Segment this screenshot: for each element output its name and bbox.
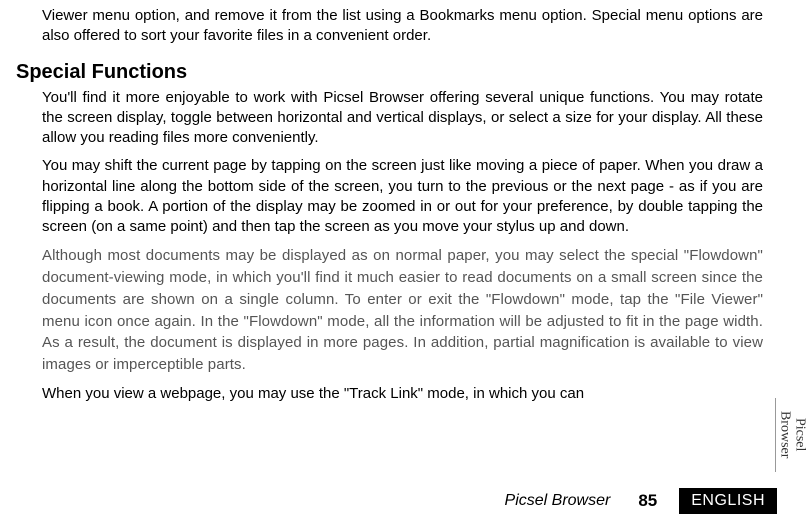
- side-tab: Picsel Browser: [775, 398, 807, 472]
- language-badge: ENGLISH: [679, 488, 777, 514]
- paragraph-4-tracklink: When you view a webpage, you may use the…: [42, 384, 763, 404]
- page-footer: Picsel Browser 85 ENGLISH: [0, 483, 807, 519]
- side-tab-line2: Browser: [778, 411, 793, 458]
- section-heading-special-functions: Special Functions: [16, 61, 763, 84]
- page-number: 85: [638, 491, 657, 511]
- footer-title: Picsel Browser: [505, 492, 611, 510]
- paragraph-intro: Viewer menu option, and remove it from t…: [42, 6, 763, 47]
- paragraph-3-flowdown: Although most documents may be displayed…: [42, 245, 763, 376]
- side-tab-label: Picsel Browser: [777, 411, 806, 458]
- paragraph-1: You'll find it more enjoyable to work wi…: [42, 88, 763, 149]
- paragraph-2: You may shift the current page by tappin…: [42, 156, 763, 237]
- side-tab-line1: Picsel: [792, 418, 807, 451]
- page-content: Viewer menu option, and remove it from t…: [0, 0, 807, 404]
